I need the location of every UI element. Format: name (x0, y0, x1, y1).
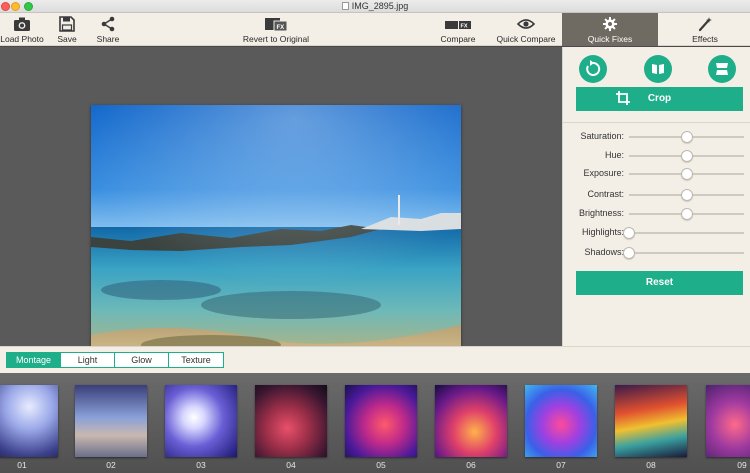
effect-thumbnail-05[interactable] (345, 385, 417, 457)
effect-thumbnail-08[interactable] (615, 385, 687, 457)
quick-fixes-label: Quick Fixes (587, 34, 633, 44)
effect-thumbnail-04[interactable] (255, 385, 327, 457)
flip-vertical-icon (716, 63, 728, 75)
load-photo-label: Load Photo (0, 34, 44, 44)
tab-light[interactable]: Light (61, 353, 115, 367)
effect-label-04: 04 (286, 460, 296, 470)
effects-tab[interactable]: Effects (660, 13, 750, 46)
share-button[interactable]: Share (92, 13, 124, 46)
effect-label-06: 06 (466, 460, 476, 470)
effect-thumbnail-06[interactable] (435, 385, 507, 457)
effects-filmstrip: 01 02 03 04 05 06 07 08 09 (0, 373, 750, 473)
effect-label-02: 02 (106, 460, 116, 470)
effects-category-bar: Montage Light Glow Texture (0, 346, 750, 373)
effects-label: Effects (692, 34, 718, 44)
compare-button[interactable]: FX Compare (436, 13, 480, 46)
contrast-slider-thumb[interactable] (680, 189, 693, 201)
shadows-slider-track[interactable] (629, 252, 744, 254)
effect-label-03: 03 (196, 460, 206, 470)
shadows-label: Shadows: (584, 247, 624, 257)
effect-thumbnail-03[interactable] (165, 385, 237, 457)
flip-horizontal-icon (652, 64, 664, 74)
effects-category-tabs: Montage Light Glow Texture (6, 352, 224, 368)
beach-photo (91, 105, 461, 382)
compare-fx-icon: FX (436, 16, 480, 34)
quick-compare-label: Quick Compare (496, 34, 556, 44)
effect-thumbnail-09[interactable] (706, 385, 750, 457)
contrast-slider-row: Contrast: (563, 186, 750, 204)
rotate-button[interactable] (579, 55, 607, 83)
shadows-slider-row: Shadows: (563, 244, 750, 262)
hue-label: Hue: (604, 150, 624, 160)
share-label: Share (96, 34, 120, 44)
photo-canvas (0, 47, 562, 382)
effect-thumbnail-02[interactable] (75, 385, 147, 457)
saturation-label: Saturation: (580, 131, 624, 141)
effect-thumbnail-01[interactable] (0, 385, 58, 457)
title-bar: IMG_2895.jpg (0, 0, 750, 13)
document-icon (341, 2, 349, 10)
gear-icon (562, 16, 658, 34)
window-title-area: IMG_2895.jpg (0, 0, 750, 13)
effect-label-01: 01 (17, 460, 27, 470)
compare-label: Compare (440, 34, 476, 44)
effect-label-05: 05 (376, 460, 386, 470)
brightness-slider-row: Brightness: (563, 205, 750, 223)
brightness-label: Brightness: (578, 208, 624, 218)
effect-label-07: 07 (556, 460, 566, 470)
highlights-slider-thumb[interactable] (623, 227, 635, 239)
effect-label-09: 09 (737, 460, 747, 470)
effect-label-08: 08 (646, 460, 656, 470)
eye-icon (494, 16, 558, 34)
crop-label: Crop (647, 93, 672, 104)
load-photo-button[interactable]: Load Photo (0, 13, 44, 46)
quick-fixes-panel: Crop Saturation: Hue: Exposure: Contrast… (562, 47, 750, 346)
save-button[interactable]: Save (52, 13, 82, 46)
svg-text:FX: FX (277, 25, 285, 31)
camera-icon (0, 16, 44, 34)
saturation-slider-row: Saturation: (563, 128, 750, 146)
revert-fx-icon: FX (240, 16, 312, 34)
floppy-disk-icon (52, 16, 82, 34)
shadows-slider-thumb[interactable] (623, 247, 635, 259)
panel-divider (563, 122, 750, 123)
exposure-slider-thumb[interactable] (680, 168, 693, 180)
contrast-label: Contrast: (587, 189, 624, 199)
share-icon (92, 16, 124, 34)
revert-to-original-button[interactable]: FX Revert to Original (240, 13, 312, 46)
exposure-label: Exposure: (583, 168, 624, 178)
crop-icon (616, 91, 630, 115)
window-title: IMG_2895.jpg (351, 1, 409, 11)
quick-compare-button[interactable]: Quick Compare (494, 13, 558, 46)
hue-slider-thumb[interactable] (680, 150, 693, 162)
toolbar: Load Photo Save Share FX Revert to Origi… (0, 13, 750, 46)
quick-fixes-tab[interactable]: Quick Fixes (562, 13, 658, 46)
saturation-slider-thumb[interactable] (680, 131, 693, 143)
hue-slider-row: Hue: (563, 147, 750, 165)
highlights-slider-track[interactable] (629, 232, 744, 234)
flip-vertical-button[interactable] (708, 55, 736, 83)
exposure-slider-row: Exposure: (563, 165, 750, 183)
rotate-icon (586, 60, 601, 76)
svg-text:FX: FX (461, 24, 468, 30)
highlights-slider-row: Highlights: (563, 224, 750, 242)
revert-label: Revert to Original (242, 34, 310, 44)
highlights-label: Highlights: (581, 227, 624, 237)
reset-button[interactable]: Reset (576, 271, 743, 295)
crop-button[interactable]: Crop (576, 87, 743, 111)
app-window: IMG_2895.jpg Load Photo Save Share FX Re… (0, 0, 750, 473)
tab-texture[interactable]: Texture (169, 353, 223, 367)
magic-wand-icon (660, 16, 750, 34)
brightness-slider-thumb[interactable] (680, 208, 693, 220)
effect-thumbnail-07[interactable] (525, 385, 597, 457)
tab-montage[interactable]: Montage (7, 353, 61, 367)
save-label: Save (57, 34, 77, 44)
tab-glow[interactable]: Glow (115, 353, 169, 367)
flip-horizontal-button[interactable] (644, 55, 672, 83)
